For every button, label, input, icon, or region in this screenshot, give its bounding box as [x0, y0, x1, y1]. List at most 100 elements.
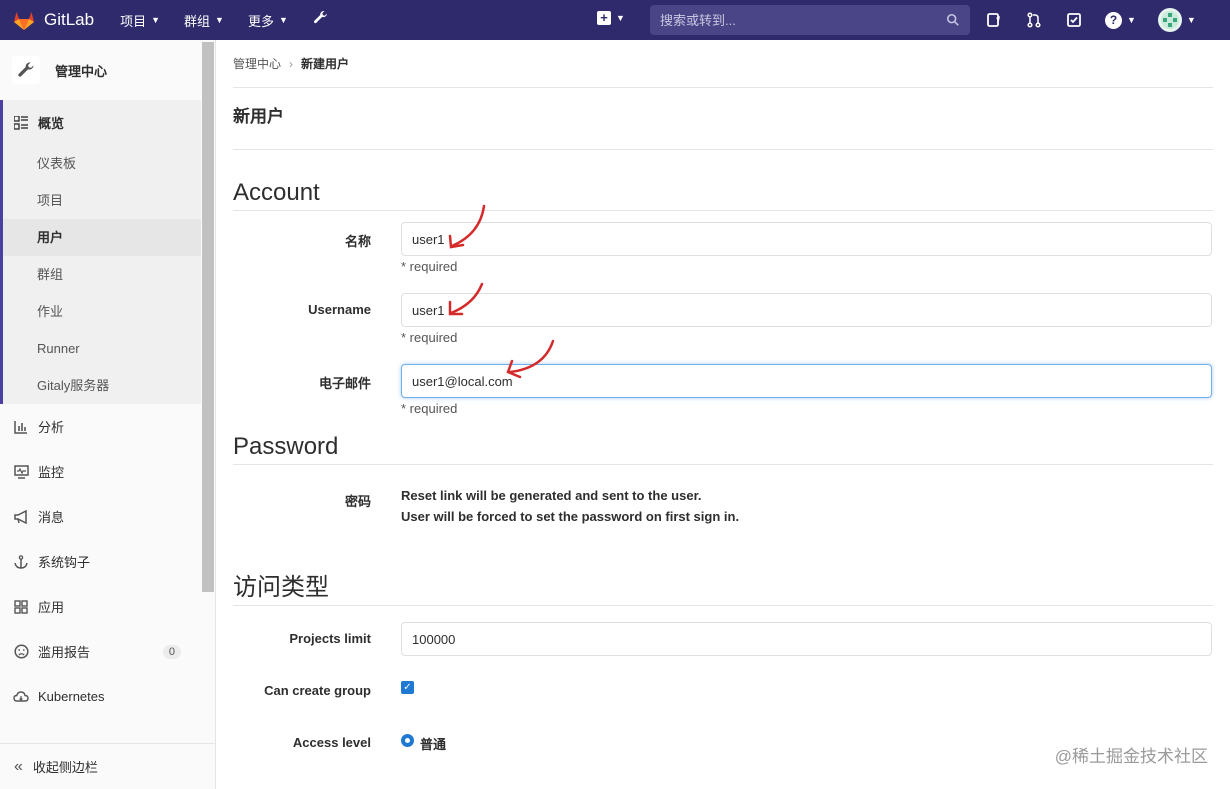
avatar	[1157, 8, 1182, 32]
sidebar-sub-users[interactable]: 用户	[3, 219, 201, 256]
name-label: 名称	[344, 234, 371, 249]
sidebar-item-label: 消息	[38, 510, 65, 525]
help-dropdown[interactable]: ? ▼	[1105, 11, 1136, 29]
user-menu-dropdown[interactable]: ▼	[1157, 8, 1196, 32]
access-level-label: Access level	[292, 735, 371, 750]
abuse-count-badge: 0	[162, 644, 181, 659]
nav-more-label: 更多	[247, 13, 274, 29]
name-required-hint: * required	[401, 259, 458, 274]
monitor-icon	[12, 463, 30, 481]
nav-menu: 项目 ▼ 群组 ▼ 更多 ▼	[120, 9, 329, 31]
can-create-group-row: Can create group ✓	[233, 657, 1213, 709]
breadcrumb: 管理中心 › 新建用户	[233, 40, 1213, 88]
sidebar-sub-groups[interactable]: 群组	[3, 256, 201, 293]
chevron-down-icon: ▼	[215, 15, 224, 25]
top-navbar: GitLab 项目 ▼ 群组 ▼ 更多 ▼ + ▼ 搜索或转到... ? ▼ ▼	[0, 0, 1230, 40]
sidebar-group-overview: 概览 仪表板 项目 用户 群组 作业 Runner Gitaly服务器	[0, 100, 201, 404]
email-row: 电子邮件 * required	[233, 362, 1213, 433]
sidebar-item-monitoring[interactable]: 监控	[0, 449, 201, 494]
collapse-sidebar-button[interactable]: « 收起侧边栏	[0, 743, 215, 789]
can-create-group-checkbox[interactable]: ✓	[401, 681, 414, 694]
frown-icon	[12, 643, 30, 661]
breadcrumb-admin-link[interactable]: 管理中心	[233, 55, 281, 72]
watermark: @稀土掘金技术社区	[1054, 747, 1208, 766]
sidebar-scrollbar[interactable]	[202, 42, 214, 592]
projects-limit-row: Projects limit	[233, 601, 1213, 657]
password-section-header: Password	[233, 433, 1213, 467]
sidebar-item-label: 系统钩子	[38, 555, 91, 570]
sidebar-item-messages[interactable]: 消息	[0, 494, 201, 539]
username-field[interactable]	[401, 293, 1212, 327]
sidebar-header[interactable]: 管理中心	[0, 40, 215, 100]
gitlab-home-link[interactable]: GitLab	[12, 0, 94, 40]
password-info-line2: User will be forced to set the password …	[401, 509, 740, 524]
sidebar-sub-dashboard[interactable]: 仪表板	[3, 145, 201, 182]
account-section-title: Account	[233, 179, 1213, 211]
sidebar-item-kubernetes[interactable]: Kubernetes	[0, 674, 201, 719]
username-label: Username	[308, 302, 371, 317]
username-required-hint: * required	[401, 330, 458, 345]
megaphone-icon	[12, 508, 30, 526]
main-content: 管理中心 › 新建用户 新用户 Account 名称 * required Us…	[233, 40, 1213, 752]
sidebar-item-abuse-reports[interactable]: 滥用报告 0	[0, 629, 201, 674]
merge-requests-icon[interactable]	[1025, 11, 1043, 29]
can-create-group-label: Can create group	[264, 683, 371, 698]
chart-icon	[12, 418, 30, 436]
email-required-hint: * required	[401, 401, 458, 416]
sidebar-sub-gitaly[interactable]: Gitaly服务器	[3, 367, 201, 404]
nav-icons: ? ▼ ▼	[985, 0, 1196, 40]
help-icon: ?	[1105, 11, 1122, 29]
chevron-right-icon: ›	[289, 56, 294, 71]
sidebar: 管理中心 概览 仪表板 项目 用户 群组 作业 Runner Gitaly服务器…	[0, 40, 216, 789]
sidebar-item-system-hooks[interactable]: 系统钩子	[0, 539, 201, 584]
wrench-icon	[12, 56, 40, 84]
account-section-header: Account	[233, 150, 1213, 220]
issues-icon[interactable]	[985, 11, 1003, 29]
admin-wrench-icon[interactable]	[312, 9, 329, 31]
page-title: 新用户	[233, 88, 1213, 150]
plus-icon: +	[597, 11, 611, 25]
nav-projects-label: 项目	[120, 13, 147, 29]
chevron-down-icon: ▼	[1186, 15, 1196, 25]
new-item-dropdown[interactable]: + ▼	[597, 11, 625, 25]
username-row: Username * required	[233, 291, 1213, 362]
nav-groups-label: 群组	[184, 13, 211, 29]
password-info-line1: Reset link will be generated and sent to…	[401, 488, 702, 503]
search-input[interactable]	[660, 12, 946, 28]
sidebar-item-label: 监控	[38, 465, 65, 480]
sidebar-item-analytics[interactable]: 分析	[0, 404, 201, 449]
cloud-icon	[12, 688, 30, 706]
chevron-down-icon: ▼	[1127, 15, 1136, 25]
access-section-header: 访问类型	[233, 567, 1213, 606]
grid-icon	[12, 598, 30, 616]
nav-more-dropdown[interactable]: 更多 ▼	[248, 11, 288, 30]
brand-name: GitLab	[44, 10, 95, 29]
sidebar-title: 管理中心	[55, 63, 108, 79]
access-level-regular-radio[interactable]	[401, 734, 414, 747]
chevron-down-icon: ▼	[278, 15, 288, 25]
todos-icon[interactable]	[1065, 11, 1083, 29]
sidebar-item-overview-label: 概览	[38, 116, 65, 131]
password-label: 密码	[344, 494, 371, 509]
sidebar-sub-runners[interactable]: Runner	[3, 330, 201, 367]
breadcrumb-current: 新建用户	[301, 57, 350, 71]
sidebar-sub-jobs[interactable]: 作业	[3, 293, 201, 330]
sidebar-sub-projects[interactable]: 项目	[3, 182, 201, 219]
search-icon[interactable]	[946, 13, 960, 27]
sidebar-item-overview[interactable]: 概览	[3, 100, 204, 145]
sidebar-item-label: 分析	[38, 420, 65, 435]
collapse-sidebar-label: 收起侧边栏	[32, 760, 98, 775]
sidebar-item-applications[interactable]: 应用	[0, 584, 201, 629]
password-info: Reset link will be generated and sent to…	[401, 485, 739, 527]
nav-groups-dropdown[interactable]: 群组 ▼	[184, 11, 224, 30]
projects-limit-field[interactable]	[401, 622, 1212, 656]
name-row: 名称 * required	[233, 220, 1213, 291]
password-row: 密码 Reset link will be generated and sent…	[233, 467, 1213, 567]
name-field[interactable]	[401, 222, 1212, 256]
overview-icon	[12, 114, 30, 132]
password-section-title: Password	[233, 433, 1213, 465]
nav-projects-dropdown[interactable]: 项目 ▼	[120, 11, 160, 30]
email-field[interactable]	[401, 364, 1212, 398]
sidebar-item-label: 应用	[38, 600, 65, 615]
gitlab-logo-icon	[14, 12, 34, 30]
